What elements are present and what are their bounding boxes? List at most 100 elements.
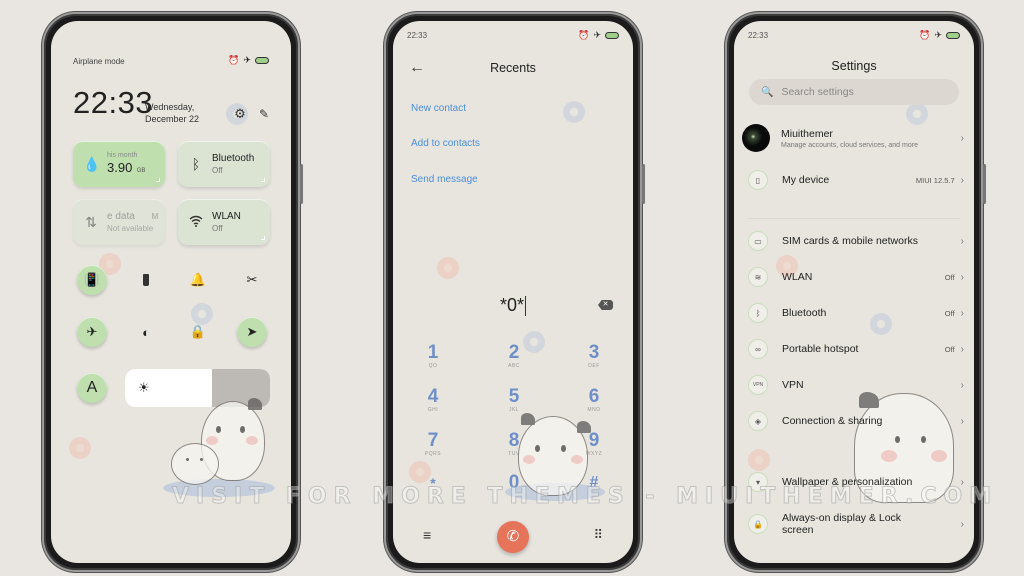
cat-ear	[248, 398, 262, 410]
tile-wlan[interactable]: WLAN Off	[178, 199, 270, 245]
dial-key-8[interactable]: 8 TUV	[494, 430, 534, 458]
key-digit: 8	[508, 430, 520, 451]
hotspot-icon: ∞	[748, 339, 768, 359]
row-label: Always-on display & Lock screen	[782, 512, 902, 536]
settings-row-hotspot[interactable]: ∞ Portable hotspot Off ›	[748, 336, 964, 362]
vibrate-icon: 📳	[83, 272, 101, 287]
key-letters: TUV	[508, 451, 520, 457]
volume-button	[983, 164, 986, 204]
dial-key-9[interactable]: 9 WXYZ	[574, 430, 614, 458]
dial-key-7[interactable]: 7 PQRS	[413, 430, 453, 458]
key-digit: 3	[588, 342, 600, 363]
tile-data-usage[interactable]: 💧 his month 3.90 GB	[73, 141, 165, 187]
settings-row-vpn[interactable]: VPN VPN ›	[748, 372, 964, 398]
chevron-right-icon: ›	[960, 379, 964, 391]
chevron-right-icon: ›	[960, 174, 964, 186]
dial-key-3[interactable]: 3 DEF	[574, 342, 614, 370]
chevron-right-icon: ›	[960, 307, 964, 319]
row-label: Connection & sharing	[782, 415, 883, 427]
dial-key-2[interactable]: 2 ABC	[494, 343, 534, 370]
wifi-icon: ≋	[748, 267, 768, 287]
expand-corner-icon	[261, 178, 265, 182]
dial-key-4[interactable]: 4 GHI	[413, 386, 453, 414]
toggle-airplane[interactable]: ✈	[77, 317, 107, 347]
settings-row-my-device[interactable]: ▯ My device MIUI 12.5.7 ›	[748, 167, 964, 193]
dialer-screen: 22:33 ⏰ ✈ ← Recents New contact Add to c…	[393, 21, 633, 563]
cat-blush	[246, 436, 258, 445]
water-drop-icon: 💧	[83, 155, 101, 172]
tile-data-value: 3.90	[107, 159, 133, 175]
key-letters: ABC	[508, 363, 520, 369]
toggle-location[interactable]: ➤	[237, 317, 267, 347]
key-letters: WXYZ	[585, 451, 603, 457]
new-contact-link[interactable]: New contact	[411, 103, 466, 114]
dialpad-icon[interactable]: ⠿	[593, 527, 603, 543]
key-digit: 7	[427, 430, 439, 451]
key-digit: 6	[588, 386, 600, 407]
row-label: SIM cards & mobile networks	[782, 235, 918, 247]
row-label: VPN	[782, 379, 804, 391]
row-label: WLAN	[782, 271, 813, 283]
text-caret	[525, 296, 527, 317]
settings-row-lock-screen[interactable]: 🔒 Always-on display & Lock screen ›	[748, 509, 964, 539]
chevron-right-icon: ›	[960, 235, 964, 247]
toggle-auto-brightness[interactable]: A	[77, 373, 107, 403]
dial-number-field[interactable]: *0*	[393, 295, 633, 317]
chevron-right-icon: ›	[960, 271, 964, 283]
alarm-icon: ⏰	[919, 29, 931, 40]
toggle-dark-mode[interactable]: ◐	[131, 317, 161, 347]
contrast-icon: ◐	[142, 324, 150, 340]
settings-screen: 22:33 ⏰ ✈ Settings 🔍 Search settings Miu…	[734, 21, 974, 563]
add-to-contacts-link[interactable]: Add to contacts	[411, 138, 480, 149]
chevron-right-icon: ›	[960, 518, 964, 530]
cat-eye	[240, 426, 245, 433]
edit-icon[interactable]: ✎	[257, 107, 271, 121]
alarm-icon: ⏰	[578, 29, 590, 40]
key-digit: 9	[588, 430, 600, 451]
toggle-lock-screen[interactable]: 🔒	[183, 317, 213, 347]
date-weekday: Wednesday,	[145, 102, 195, 112]
dial-key-5[interactable]: 5 JKL	[494, 387, 534, 414]
search-settings-input[interactable]: 🔍 Search settings	[749, 79, 959, 105]
settings-row-sim[interactable]: ▭ SIM cards & mobile networks ›	[748, 228, 964, 254]
key-digit: 4	[427, 386, 439, 407]
key-letters: JKL	[508, 407, 520, 413]
bluetooth-icon: ᛒ	[191, 156, 201, 172]
status-time: 22:33	[407, 30, 428, 40]
cat-eye	[561, 445, 566, 452]
sun-icon: ☀	[138, 380, 150, 395]
send-message-link[interactable]: Send message	[411, 174, 478, 185]
puppy-illustration	[171, 443, 219, 485]
menu-icon[interactable]: ≡	[423, 527, 431, 543]
tile-bluetooth[interactable]: ᛒ Bluetooth Off	[178, 141, 270, 187]
watermark-text: VISIT FOR MORE THEMES - MIUITHEMER.COM	[172, 484, 999, 510]
dial-number-value: *0*	[499, 295, 525, 315]
airplane-icon: ✈	[593, 29, 601, 40]
flower-decoration	[748, 449, 770, 471]
page-title: Recents	[490, 61, 536, 75]
settings-row-connection[interactable]: ◈ Connection & sharing ›	[748, 408, 964, 434]
toggle-screenshot[interactable]: ✂	[237, 265, 267, 295]
settings-row-bluetooth[interactable]: ᛒ Bluetooth Off ›	[748, 300, 964, 326]
volume-button	[300, 164, 303, 204]
tile-wlan-title: WLAN	[212, 211, 241, 222]
account-row[interactable]: Miuithemer Manage accounts, cloud servic…	[742, 122, 964, 154]
tile-mobile-data[interactable]: ⇅ e data M Not available	[73, 199, 165, 245]
search-icon: 🔍	[761, 86, 774, 98]
airplane-icon: ✈	[86, 324, 98, 339]
toggle-sound[interactable]: 🔔	[183, 265, 213, 295]
battery-icon	[946, 31, 960, 39]
scissors-icon: ✂	[246, 272, 258, 287]
settings-row-wlan[interactable]: ≋ WLAN Off ›	[748, 264, 964, 290]
call-button[interactable]: ✆	[497, 521, 529, 553]
settings-gear-icon[interactable]: ⚙	[233, 107, 247, 121]
status-time: 22:33	[748, 30, 769, 40]
key-letters: PQRS	[424, 451, 442, 457]
battery-icon	[605, 31, 619, 39]
dial-key-6[interactable]: 6 MNO	[574, 386, 614, 414]
toggle-vibrate[interactable]: 📳	[77, 265, 107, 295]
key-letters: MNO	[587, 407, 601, 413]
toggle-flashlight[interactable]	[131, 265, 161, 295]
dial-key-1[interactable]: 1 QO	[413, 343, 453, 370]
volume-button	[642, 164, 645, 204]
